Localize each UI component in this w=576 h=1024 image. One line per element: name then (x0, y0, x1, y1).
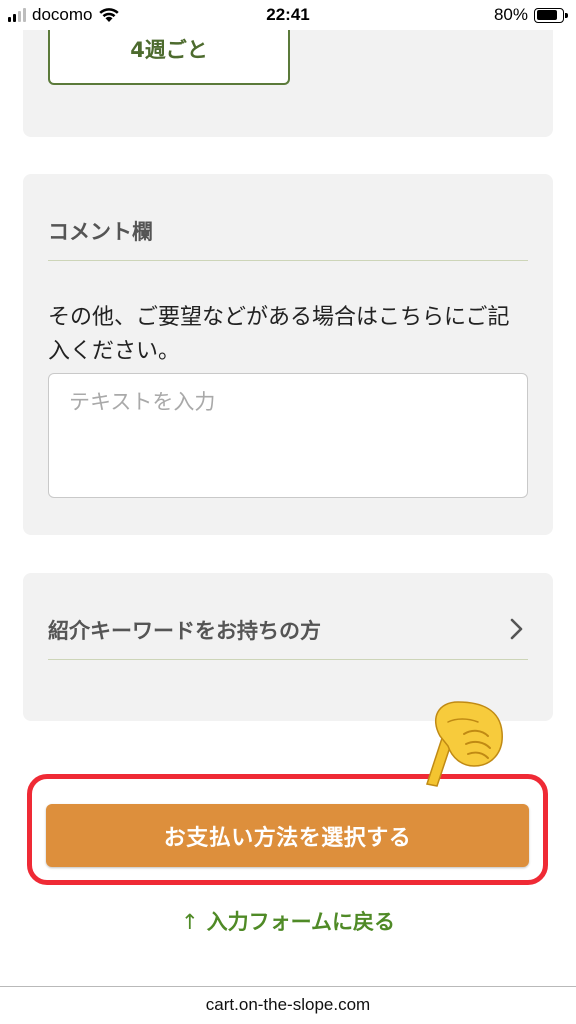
back-to-form-label: 入力フォームに戻る (206, 910, 395, 934)
referral-section-title: 紹介キーワードをお持ちの方 (48, 619, 321, 643)
referral-divider (48, 659, 528, 660)
pointing-hand-icon (426, 701, 503, 787)
comment-divider (48, 260, 528, 261)
battery-fill (536, 10, 557, 20)
comment-card: コメント欄 その他、ご要望などがある場合はこちらにご記入ください。 (23, 174, 553, 535)
battery-percent: 80% (493, 5, 528, 24)
select-payment-method-button[interactable]: お支払い方法を選択する (46, 804, 529, 867)
status-time: 22:41 (266, 5, 310, 24)
comment-description: その他、ご要望などがある場合はこちらにご記入ください。 (48, 305, 510, 364)
up-arrow-icon: ↑ (181, 910, 199, 934)
status-bar: docomo 22:41 80% (0, 0, 576, 30)
chevron-right-icon[interactable] (507, 617, 525, 641)
status-right: 80% (493, 5, 568, 25)
back-to-form-link[interactable]: ↑ 入力フォームに戻る (0, 906, 576, 936)
frequency-option-4-weeks[interactable]: 4週ごと (48, 30, 290, 85)
browser-url: cart.on-the-slope.com (205, 995, 371, 1014)
comment-input[interactable] (48, 373, 528, 498)
comment-section-title: コメント欄 (48, 220, 153, 244)
battery-icon (534, 7, 568, 23)
browser-url-bar[interactable]: cart.on-the-slope.com (0, 986, 576, 1024)
delivery-frequency-card: 4週ごと (23, 30, 553, 137)
